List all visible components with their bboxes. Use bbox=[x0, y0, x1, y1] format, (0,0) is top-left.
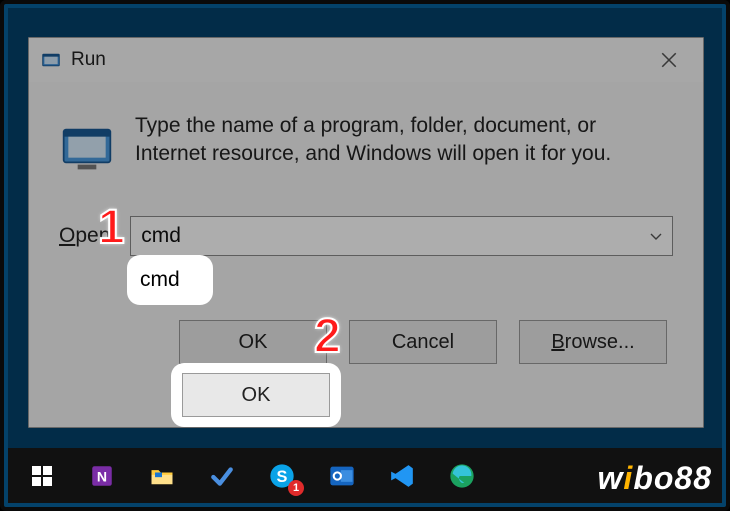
dialog-body: Type the name of a program, folder, docu… bbox=[29, 82, 703, 382]
prompt-text: Type the name of a program, folder, docu… bbox=[135, 112, 673, 174]
onenote-icon[interactable]: N bbox=[74, 452, 130, 500]
vscode-icon[interactable] bbox=[374, 452, 430, 500]
cancel-button[interactable]: Cancel bbox=[349, 320, 497, 364]
browse-button[interactable]: Browse... bbox=[519, 320, 667, 364]
close-button[interactable] bbox=[647, 38, 691, 82]
run-large-icon bbox=[59, 118, 115, 174]
ok-button[interactable]: OK bbox=[179, 320, 327, 364]
screenshot-frame: Run Type the name of a program, folder, … bbox=[0, 0, 730, 511]
button-row: OK Cancel Browse... bbox=[59, 320, 673, 364]
file-explorer-icon[interactable] bbox=[134, 452, 190, 500]
todo-icon[interactable] bbox=[194, 452, 250, 500]
skype-icon[interactable]: S 1 bbox=[254, 452, 310, 500]
run-icon bbox=[41, 50, 61, 70]
callout-step-2: 2 bbox=[314, 309, 341, 364]
open-combobox[interactable]: cmd bbox=[130, 216, 673, 256]
dialog-title: Run bbox=[71, 49, 647, 71]
run-dialog: Run Type the name of a program, folder, … bbox=[28, 37, 704, 428]
callout-step-1: 1 bbox=[98, 200, 125, 255]
svg-text:N: N bbox=[97, 468, 107, 484]
outlook-icon[interactable] bbox=[314, 452, 370, 500]
watermark: wibo88 bbox=[598, 460, 712, 497]
open-input-value: cmd bbox=[141, 224, 181, 248]
edge-icon[interactable] bbox=[434, 452, 490, 500]
highlight-ok: OK bbox=[174, 366, 338, 424]
skype-badge: 1 bbox=[288, 480, 304, 496]
highlight-input: cmd bbox=[130, 258, 210, 302]
chevron-down-icon[interactable] bbox=[650, 228, 662, 244]
titlebar: Run bbox=[29, 38, 703, 82]
start-button[interactable] bbox=[14, 452, 70, 500]
svg-text:S: S bbox=[277, 467, 288, 485]
ok-button-highlight[interactable]: OK bbox=[182, 373, 330, 417]
